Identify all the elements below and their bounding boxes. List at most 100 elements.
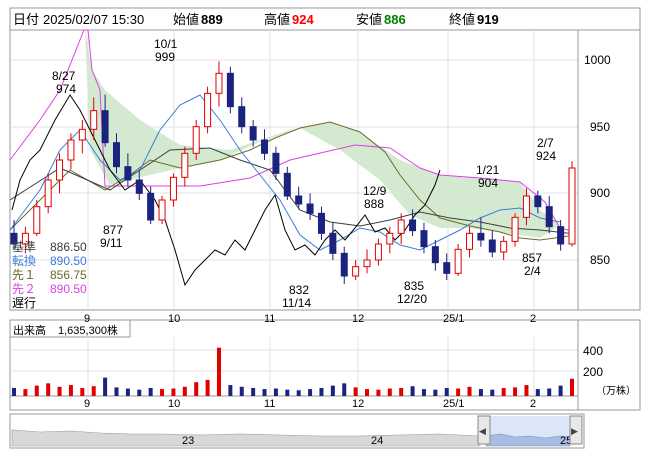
price-tick-label: 950	[590, 120, 610, 134]
navigator-right-handle[interactable]: ▶	[569, 415, 583, 445]
annotation-value: 857	[522, 251, 542, 265]
annotation-value: 974	[56, 82, 76, 96]
volume-bar	[103, 377, 108, 396]
month-label: 10	[168, 398, 180, 410]
volume-bar	[547, 388, 552, 396]
volume-bar	[456, 388, 461, 396]
candle-body	[477, 232, 485, 241]
annotation-date: 10/1	[154, 37, 178, 51]
volume-unit: （万株）	[596, 384, 636, 397]
volume-bar	[308, 389, 313, 396]
candle-body	[238, 106, 246, 128]
candle-body	[192, 126, 200, 154]
candle-body	[545, 206, 553, 228]
datetime-value: 2025/02/07 15:30	[43, 12, 144, 27]
chevron-right-icon: ▶	[571, 426, 578, 436]
volume-bar	[342, 383, 347, 396]
candle-body	[431, 246, 439, 264]
navigator-left-handle[interactable]: ◀	[477, 415, 491, 445]
navigator-year-label: 24	[371, 435, 383, 447]
annotation-value: 904	[478, 176, 498, 190]
volume-tick-label: 200	[583, 365, 603, 379]
candle-body	[363, 259, 371, 268]
stock-chart-window: 日付 2025/02/07 15:30 始値 889 高値 924 安値 886…	[0, 0, 653, 470]
annotation-value: 924	[536, 149, 556, 163]
candle-body	[557, 226, 565, 245]
candle-body	[295, 195, 303, 205]
span1-value: 856.75	[50, 268, 87, 282]
month-label: 9	[84, 398, 90, 410]
annotation-date: 8/27	[52, 69, 76, 83]
open-value: 889	[201, 12, 223, 27]
volume-bar	[114, 387, 119, 396]
annotation-date: 2/7	[537, 136, 554, 150]
annotation-date: 1/21	[476, 163, 500, 177]
volume-bar	[319, 387, 324, 396]
candle-body	[466, 232, 474, 250]
candle-body	[500, 240, 508, 253]
volume-bar	[399, 387, 404, 396]
kijun-value: 886.50	[50, 240, 87, 254]
candle-body	[340, 252, 348, 277]
annotation-value: 999	[155, 50, 175, 64]
kijun-label: 基準	[12, 239, 36, 254]
volume-bar	[216, 347, 221, 396]
candle-body	[283, 172, 291, 197]
chevron-left-icon: ◀	[479, 426, 486, 436]
tenkan-value: 890.50	[50, 254, 87, 268]
volume-bar	[251, 387, 256, 396]
navigator-year-label: 23	[182, 435, 194, 447]
volume-label: 出来高	[13, 323, 46, 337]
candle-body	[306, 203, 314, 214]
volume-bar	[205, 379, 210, 396]
volume-bar	[171, 388, 176, 396]
volume-bar	[57, 386, 62, 396]
low-label: 安値	[356, 12, 382, 27]
volume-bar	[23, 389, 28, 396]
candle-body	[397, 219, 405, 234]
candle-body	[386, 232, 394, 245]
candle-body	[352, 266, 360, 277]
volume-bar	[421, 389, 426, 396]
candle-body	[124, 166, 132, 181]
volume-bar	[148, 387, 153, 396]
candle-body	[44, 179, 52, 208]
volume-bar	[12, 387, 16, 396]
candle-body	[135, 179, 143, 194]
candle-body	[112, 142, 120, 168]
month-label: 25/1	[443, 398, 464, 410]
open-label: 始値	[173, 12, 199, 27]
close-value: 919	[477, 12, 499, 27]
volume-bar	[80, 387, 85, 396]
month-label: 2	[530, 398, 536, 410]
annotation-value: 877	[103, 223, 123, 237]
month-label: 11	[264, 313, 275, 325]
candle-body	[568, 167, 576, 245]
candle-body	[317, 212, 325, 234]
candle-body	[56, 159, 64, 181]
span2-label: 先２	[12, 282, 36, 296]
high-label: 高値	[264, 12, 290, 27]
candle-body	[454, 248, 462, 274]
high-value: 924	[292, 12, 314, 27]
volume-bar	[262, 389, 267, 396]
candle-body	[33, 206, 41, 234]
candle-body	[443, 262, 451, 274]
volume-bar	[125, 388, 130, 396]
volume-bar	[68, 385, 73, 396]
candle-body	[226, 72, 234, 108]
volume-bar	[433, 389, 438, 396]
candle-body	[488, 239, 496, 253]
volume-bar	[273, 388, 278, 396]
candle-body	[90, 110, 98, 130]
candle-body	[181, 152, 189, 178]
candle-body	[511, 216, 519, 242]
candle-body	[215, 72, 223, 94]
volume-bar	[524, 385, 529, 396]
volume-bar	[285, 389, 290, 396]
volume-bar	[558, 385, 563, 396]
candle-body	[147, 192, 155, 221]
volume-bar	[46, 383, 51, 396]
span1-label: 先１	[12, 268, 36, 282]
volume-bar	[501, 387, 506, 396]
